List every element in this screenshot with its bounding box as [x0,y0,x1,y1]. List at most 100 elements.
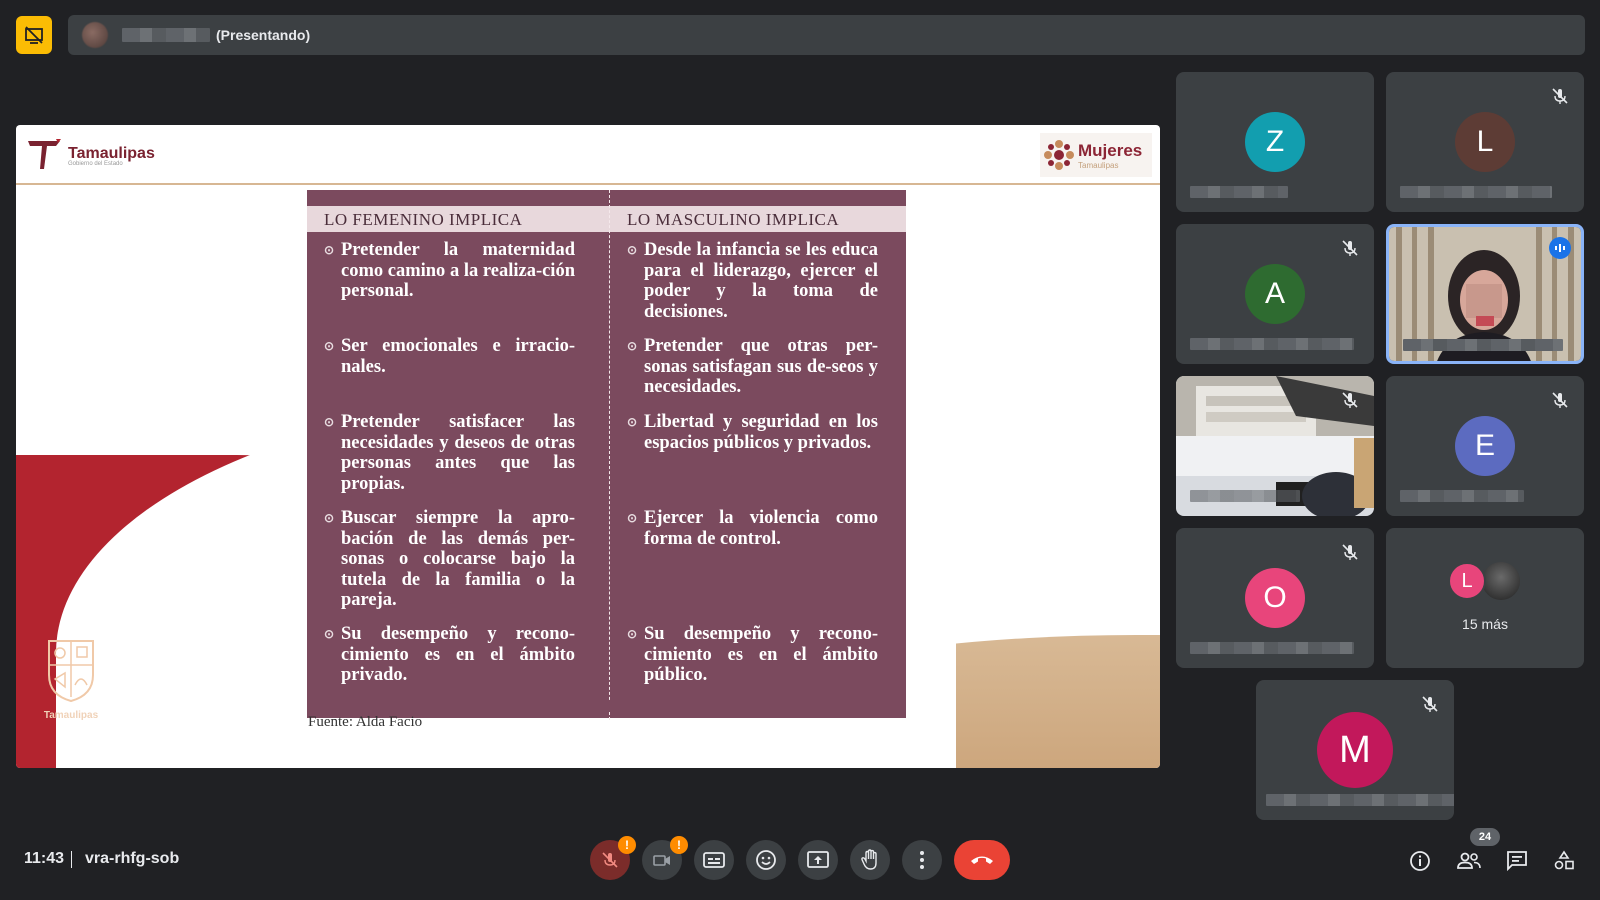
people-count-badge: 24 [1470,828,1500,846]
table-body: LO FEMENINO IMPLICA LO MASCULINO IMPLICA… [307,190,906,720]
participant-name-blurred [1190,338,1354,350]
participant-tile[interactable]: Z [1176,72,1374,212]
activities-button[interactable] [1552,849,1576,873]
clock: 11:43 [24,850,65,867]
participant-tile-video[interactable] [1176,376,1374,516]
participant-tile[interactable]: M [1256,680,1454,820]
presenting-banner: (Presentando) [68,15,1585,55]
bullet-icon: ⊙ [627,415,638,429]
participant-name-blurred [1190,490,1300,502]
avatar: E [1455,416,1515,476]
participant-tile[interactable]: E [1386,376,1584,516]
avatar [1480,560,1522,602]
reactions-button[interactable] [746,840,786,880]
participant-tile-video-speaking[interactable] [1386,224,1584,364]
footer-separator [71,851,72,868]
raise-hand-button[interactable] [850,840,890,880]
avatar: L [1455,112,1515,172]
present-off-icon [25,26,43,44]
emoji-icon [756,850,776,870]
bullet-icon: ⊙ [324,415,335,429]
mic-off-icon [1342,240,1358,256]
crest-label: Tamaulipas [43,710,99,721]
shared-slide: Tamaulipas Gobierno del Estado Mujeres T… [16,125,1160,768]
more-participants-tile[interactable]: L 15 más [1386,528,1584,668]
meeting-code: vra-rhfg-sob [85,850,180,867]
mujeres-logo-subtext: Tamaulipas [1078,160,1119,170]
warning-icon: ! [618,836,636,854]
more-participants-label: 15 más [1462,616,1508,632]
chat-button[interactable] [1505,849,1529,873]
mic-off-icon [1422,696,1438,712]
slide-header-divider [16,183,1160,185]
mic-off-icon [1552,88,1568,104]
avatar: O [1245,568,1305,628]
chat-icon [1507,851,1527,872]
column-heading-left: LO FEMENINO IMPLICA [324,210,523,229]
hand-icon [861,849,877,870]
bullet-icon: ⊙ [324,627,335,641]
left-item: ⊙ Buscar siempre la apro-bación de las de… [324,508,575,611]
audio-level-icon [1555,244,1565,252]
left-item: ⊙ Pretender satisfacer las necesidades y … [324,412,575,494]
mic-off-icon [1342,392,1358,408]
right-item: ⊙ Desde la infancia se les educa para el … [627,240,878,322]
end-call-button[interactable] [954,840,1010,880]
hang-up-icon [971,856,993,864]
captions-button[interactable] [694,840,734,880]
activities-icon [1554,850,1574,870]
meeting-details-button[interactable] [1408,849,1432,873]
comparison-table: LO FEMENINO IMPLICA LO MASCULINO IMPLICA… [292,190,906,732]
mic-off-icon [1552,392,1568,408]
state-crest: Tamaulipas [39,635,103,721]
presenter-avatar [82,22,108,48]
participant-name-blurred [1190,642,1354,654]
table-bottom-bar [307,702,906,710]
stop-presenting-icon[interactable] [16,16,52,54]
column-heading-right: LO MASCULINO IMPLICA [627,210,840,229]
left-item: ⊙ Pretender la maternidad como camino a l… [324,240,575,302]
bullet-icon: ⊙ [627,339,638,353]
presenting-label: (Presentando) [216,27,311,43]
people-button[interactable] [1456,849,1482,873]
left-item: ⊙ Ser emocionales e irracio-nales. [324,336,575,377]
avatar: L [1448,562,1486,600]
present-screen-icon [807,851,829,868]
participant-name-blurred [1190,186,1288,198]
participant-name-blurred [1266,794,1454,806]
right-item: ⊙ Pretender que otras per-sonas satisfaga… [627,336,878,398]
mujeres-logo-text: Mujeres [1078,140,1143,160]
column-divider [609,190,610,720]
participant-name-blurred [1403,339,1563,351]
warning-icon: ! [670,836,688,854]
tamaulipas-t-icon [28,139,61,169]
avatar: M [1317,712,1393,788]
avatar: Z [1245,112,1305,172]
bullet-icon: ⊙ [324,243,335,257]
participant-name-blurred [1400,490,1524,502]
mic-off-icon [1342,544,1358,560]
right-item: ⊙ Su desempeño y recono-cimiento es en el… [627,624,878,686]
participant-tile[interactable]: O [1176,528,1374,668]
participant-tile[interactable]: L [1386,72,1584,212]
bullet-icon: ⊙ [627,243,638,257]
participant-tile[interactable]: A [1176,224,1374,364]
avatar: A [1245,264,1305,324]
camera-off-icon [653,855,670,866]
bullet-icon: ⊙ [324,511,335,525]
camera-button[interactable]: ! [642,836,688,880]
left-item: ⊙ Su desempeño y recono-cimiento es en el… [324,624,575,686]
bullet-icon: ⊙ [627,511,638,525]
mic-off-icon [602,852,618,868]
more-vert-icon [920,851,924,869]
microphone-button[interactable]: ! [590,836,636,880]
present-button[interactable] [798,840,838,880]
more-options-button[interactable] [902,840,942,880]
right-item: ⊙ Libertad y seguridad en los espacios pú… [627,412,878,453]
participant-name-blurred [1400,186,1552,198]
right-item: ⊙ Ejercer la violencia como forma de cont… [627,508,878,549]
mujeres-flower-icon [1044,140,1074,170]
presenter-name-blurred [122,28,210,42]
crest-shield-icon [48,640,94,703]
bullet-icon: ⊙ [324,339,335,353]
